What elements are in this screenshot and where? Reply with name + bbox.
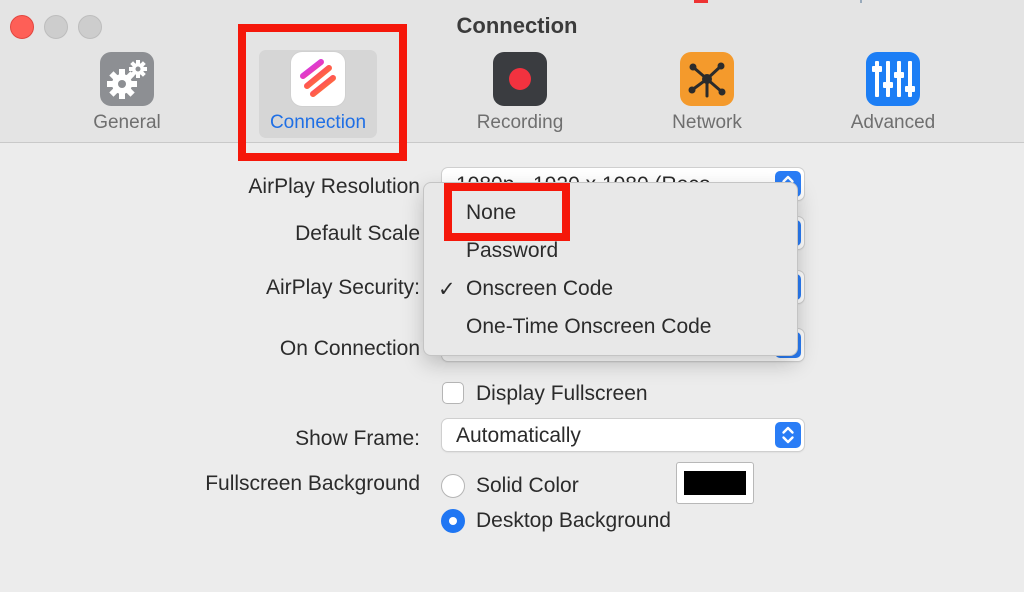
none-option-highlight bbox=[444, 183, 570, 241]
display-fullscreen-checkbox[interactable] bbox=[442, 382, 464, 404]
tab-network[interactable]: Network bbox=[642, 50, 772, 138]
connection-tab-highlight bbox=[238, 24, 407, 161]
show-frame-select[interactable]: Automatically bbox=[442, 419, 804, 451]
display-fullscreen-label: Display Fullscreen bbox=[476, 382, 648, 405]
top-accent-mark bbox=[694, 0, 708, 3]
default-scale-label: Default Scale bbox=[295, 222, 420, 245]
window-toolbar: Connection General Connection Recording … bbox=[0, 0, 1024, 143]
solid-color-label: Solid Color bbox=[476, 474, 579, 497]
desktop-background-label: Desktop Background bbox=[476, 509, 671, 532]
network-icon bbox=[680, 52, 734, 106]
menu-item-password-label: Password bbox=[466, 239, 559, 262]
gears-icon bbox=[100, 52, 154, 106]
sliders-icon bbox=[866, 52, 920, 106]
airplay-resolution-label: AirPlay Resolution bbox=[248, 175, 420, 198]
record-icon bbox=[493, 52, 547, 106]
fullscreen-background-label: Fullscreen Background bbox=[205, 472, 420, 495]
solid-color-well[interactable] bbox=[676, 462, 754, 504]
tab-advanced-label: Advanced bbox=[850, 112, 936, 133]
tab-advanced[interactable]: Advanced bbox=[828, 50, 958, 138]
menu-item-onscreen-code[interactable]: ✓ Onscreen Code bbox=[424, 271, 797, 307]
menu-item-onscreen-code-label: Onscreen Code bbox=[466, 277, 614, 300]
window-title: Connection bbox=[456, 13, 578, 38]
show-frame-label: Show Frame: bbox=[295, 427, 420, 450]
tab-network-label: Network bbox=[672, 112, 742, 133]
on-connection-label: On Connection bbox=[279, 337, 420, 360]
menu-item-one-time-onscreen-code[interactable]: One-Time Onscreen Code bbox=[424, 309, 797, 345]
tab-recording-label: Recording bbox=[476, 112, 564, 133]
checkmark-icon: ✓ bbox=[438, 278, 456, 301]
desktop-background-radio[interactable] bbox=[441, 509, 465, 533]
tab-recording[interactable]: Recording bbox=[455, 50, 585, 138]
solid-color-radio[interactable] bbox=[441, 474, 465, 498]
show-frame-value: Automatically bbox=[456, 424, 581, 447]
menu-item-one-time-onscreen-code-label: One-Time Onscreen Code bbox=[466, 315, 712, 338]
tab-general[interactable]: General bbox=[62, 50, 192, 138]
airplay-security-label: AirPlay Security: bbox=[265, 276, 420, 299]
top-accent-line bbox=[860, 0, 862, 3]
tab-general-label: General bbox=[93, 112, 161, 133]
show-frame-chevrons-icon bbox=[775, 422, 801, 448]
solid-color-swatch bbox=[684, 471, 746, 495]
